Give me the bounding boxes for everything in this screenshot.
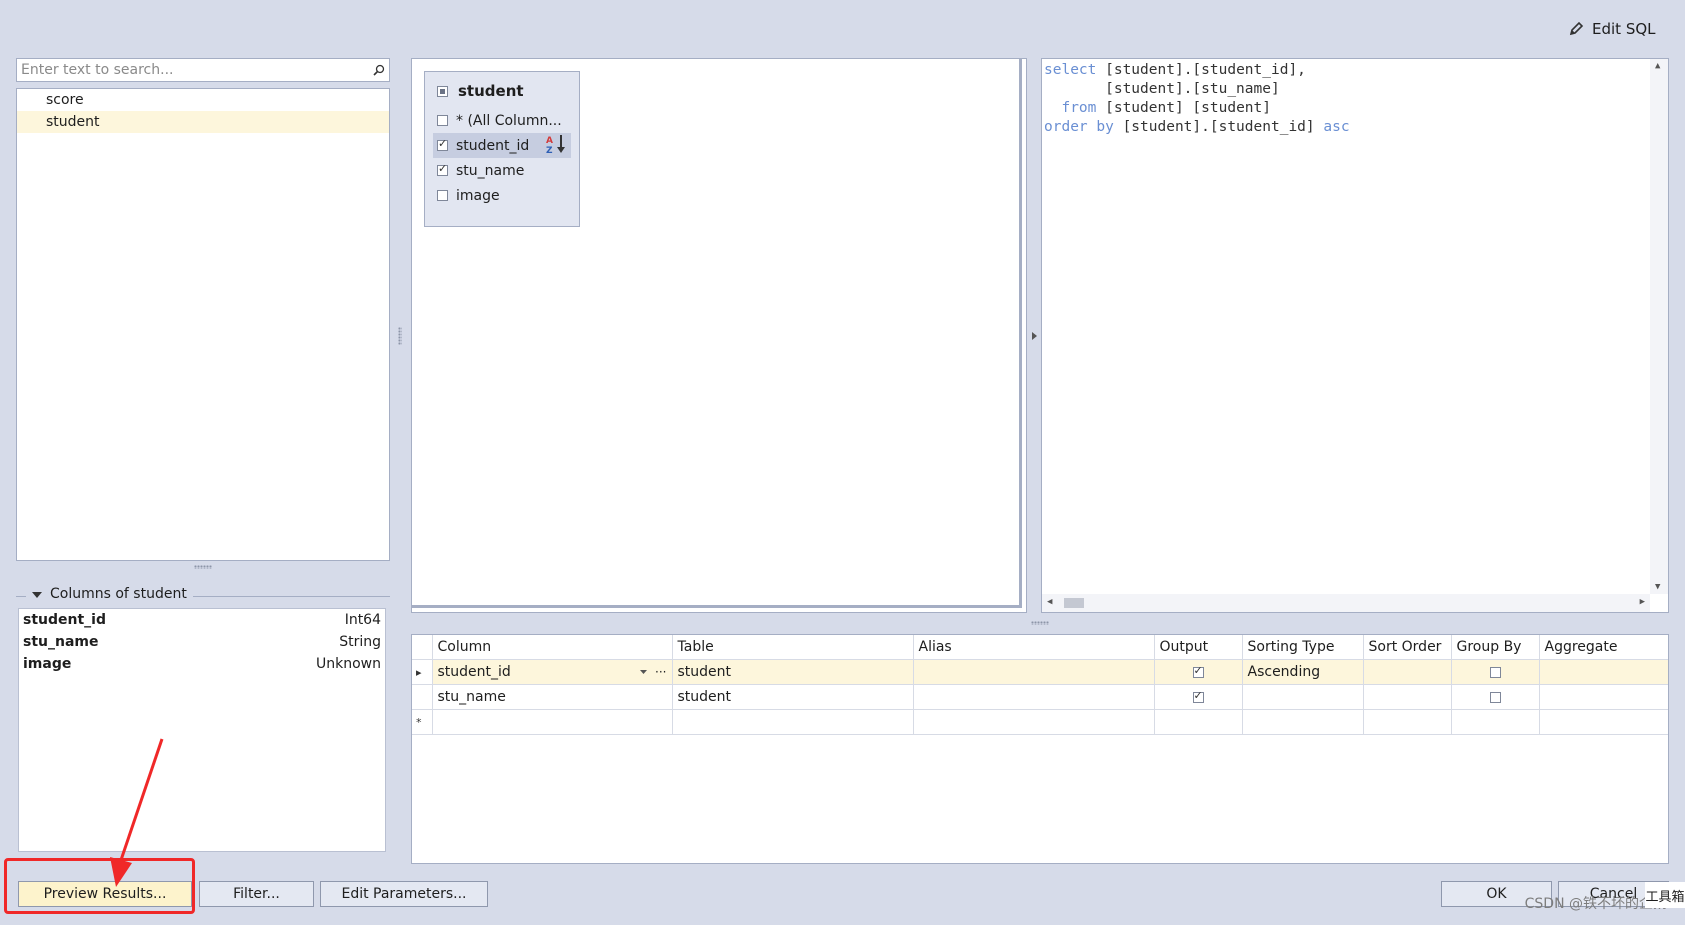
sql-horizontal-scrollbar[interactable]: ◀ ▶ [1042, 594, 1650, 612]
sql-editor[interactable]: select [student].[student_id], [student]… [1041, 58, 1669, 613]
header-group-by[interactable]: Group By [1451, 635, 1540, 660]
sql-text: select [student].[student_id], [student]… [1042, 59, 1668, 137]
columns-group: Columns of student student_id Int64 stu_n… [16, 586, 390, 862]
list-item-score[interactable]: score [17, 89, 389, 111]
table-select-checkbox[interactable] [437, 85, 448, 97]
sql-panel-splitter[interactable] [1030, 58, 1038, 613]
sql-line-2: [student].[stu_name] [1044, 81, 1280, 97]
cell-aggregate[interactable] [1539, 684, 1668, 710]
expand-right-icon[interactable] [1031, 331, 1037, 340]
dropdown-arrow-icon[interactable] [640, 670, 648, 674]
columns-group-caption: Columns of student [50, 586, 187, 602]
collapse-arrow-icon[interactable] [32, 586, 42, 602]
search-input[interactable] [17, 62, 369, 78]
annotation-arrow-icon [110, 738, 164, 887]
svg-text:A: A [546, 136, 553, 146]
column-checkbox[interactable] [437, 137, 448, 151]
left-splitter[interactable] [397, 58, 403, 613]
sql-vertical-scrollbar[interactable]: ▲ ▼ [1650, 59, 1668, 594]
scroll-thumb[interactable] [1064, 598, 1084, 608]
edit-sql-button[interactable]: Edit SQL [1568, 20, 1656, 38]
search-icon[interactable] [369, 64, 389, 76]
cell-output[interactable] [1154, 684, 1243, 710]
diagram-table-student[interactable]: student * (All Column... student_id A Z … [424, 71, 580, 227]
grid-splitter[interactable] [411, 620, 1669, 626]
row-indicator: ▸ [412, 659, 433, 685]
diagram-column-student-id[interactable]: student_id A Z [433, 133, 571, 158]
cell-alias[interactable] [913, 659, 1155, 685]
cell-column[interactable]: student_id ··· [432, 659, 673, 685]
scroll-right-icon: ▶ [1639, 597, 1645, 607]
search-box [16, 58, 390, 82]
cell-group-by[interactable] [1451, 659, 1540, 685]
new-row-indicator: * [412, 709, 433, 735]
group-by-checkbox[interactable] [1489, 691, 1501, 703]
column-checkbox[interactable] [437, 162, 448, 176]
diagram-table-title: student [458, 82, 524, 100]
diagram-column-image[interactable]: image [425, 183, 579, 208]
ellipsis-button[interactable]: ··· [655, 665, 666, 679]
header-sort-order[interactable]: Sort Order [1363, 635, 1452, 660]
output-checkbox[interactable] [1192, 664, 1204, 678]
table-row[interactable]: stu_name student [412, 684, 1668, 710]
header-column[interactable]: Column [432, 635, 673, 660]
sql-line-4: order by [student].[student_id] asc [1044, 119, 1350, 135]
cell-alias[interactable] [913, 684, 1155, 710]
column-checkbox[interactable] [437, 190, 448, 201]
pencil-icon [1569, 21, 1584, 36]
sort-az-desc-icon: A Z [545, 134, 567, 158]
columns-group-header: Columns of student [16, 586, 390, 602]
header-aggregate[interactable]: Aggregate [1539, 635, 1668, 660]
svg-text:Z: Z [546, 146, 553, 154]
filter-button[interactable]: Filter... [199, 881, 314, 907]
list-item[interactable]: stu_name String [19, 631, 385, 653]
diagram-column-all[interactable]: * (All Column... [425, 108, 579, 133]
cell-column[interactable]: stu_name [432, 684, 673, 710]
cell-sorting-type[interactable] [1242, 684, 1364, 710]
edit-parameters-button[interactable]: Edit Parameters... [320, 881, 488, 907]
group-by-checkbox[interactable] [1489, 666, 1501, 678]
header-sorting-type[interactable]: Sorting Type [1242, 635, 1364, 660]
header-table[interactable]: Table [672, 635, 914, 660]
cell-sort-order[interactable] [1363, 659, 1452, 685]
query-diagram: student * (All Column... student_id A Z … [411, 58, 1027, 613]
row-indicator [412, 684, 433, 710]
columns-grid: Column Table Alias Output Sorting Type S… [411, 634, 1669, 864]
cell-sorting-type[interactable]: Ascending [1242, 659, 1364, 685]
cell-group-by[interactable] [1451, 684, 1540, 710]
toolbox-badge[interactable]: 工具箱 [1645, 882, 1685, 908]
columns-list: student_id Int64 stu_name String image Unkn… [18, 608, 386, 852]
list-item-student[interactable]: student [17, 111, 389, 133]
grid-header-row: Column Table Alias Output Sorting Type S… [412, 635, 1668, 660]
cell-output[interactable] [1154, 659, 1243, 685]
edit-sql-label: Edit SQL [1592, 20, 1656, 38]
output-checkbox[interactable] [1192, 689, 1204, 703]
cell-aggregate[interactable] [1539, 659, 1668, 685]
scroll-left-icon: ◀ [1047, 597, 1053, 607]
sql-line-1: select [student].[student_id], [1044, 62, 1306, 78]
table-row[interactable]: ▸ student_id ··· student Ascending [412, 659, 1668, 685]
list-item[interactable]: student_id Int64 [19, 609, 385, 631]
new-row[interactable]: * [412, 709, 1668, 735]
cell-table[interactable]: student [672, 659, 914, 685]
sql-line-3: from [student] [student] [1044, 100, 1271, 116]
diagram-column-stu-name[interactable]: stu_name [425, 158, 579, 183]
header-output[interactable]: Output [1154, 635, 1243, 660]
scroll-up-icon: ▲ [1655, 61, 1661, 71]
cell-table[interactable]: student [672, 684, 914, 710]
scroll-down-icon: ▼ [1655, 582, 1661, 592]
column-checkbox[interactable] [437, 115, 448, 126]
list-item[interactable]: image Unknown [19, 653, 385, 675]
list-splitter[interactable] [16, 564, 390, 570]
header-alias[interactable]: Alias [913, 635, 1155, 660]
cell-sort-order[interactable] [1363, 684, 1452, 710]
tables-list: score student [16, 88, 390, 561]
